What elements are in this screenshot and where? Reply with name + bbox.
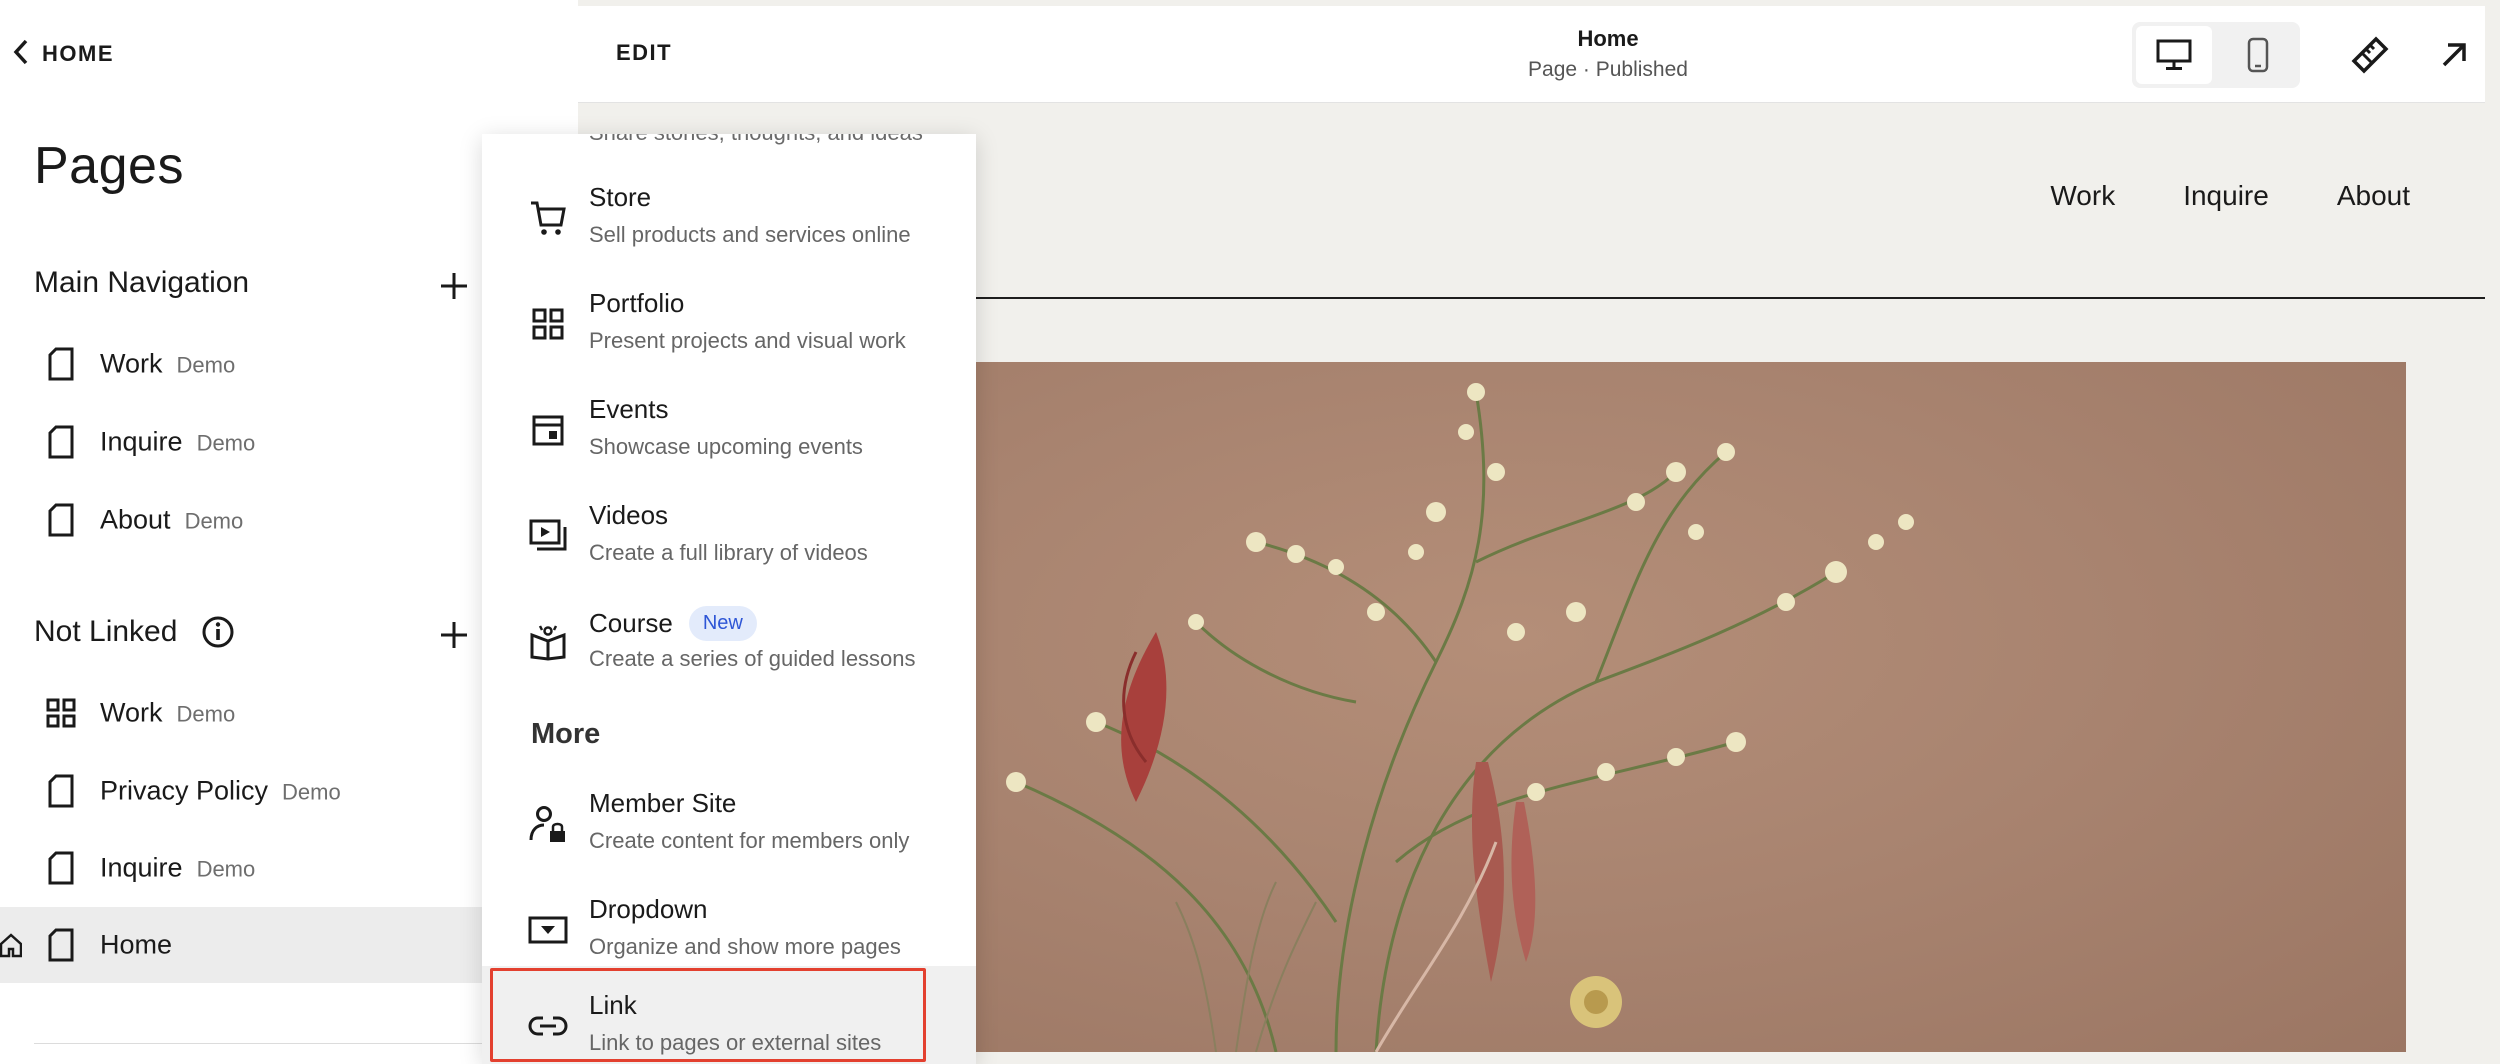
video-icon <box>528 516 568 556</box>
nav-item-label: Home <box>100 929 173 960</box>
page-title: Pages <box>34 137 184 195</box>
not-linked-header: Not Linked <box>34 615 235 649</box>
site-styles-button[interactable] <box>2345 30 2395 80</box>
preview-page-title: Home <box>1577 26 1639 51</box>
dropdown-icon <box>528 910 568 950</box>
option-desc: Link to pages or external sites <box>589 1030 882 1055</box>
page-icon <box>44 503 78 537</box>
site-navigation: Work Inquire About <box>2050 180 2410 212</box>
editor-top-bar: EDIT Home Page · Published <box>578 6 2485 103</box>
nav-item-label: Inquire <box>100 852 183 883</box>
demo-tag: Demo <box>282 779 341 805</box>
flower-arrangement-image <box>1006 383 1914 1052</box>
add-videos-option[interactable]: Videos Create a full library of videos <box>482 482 976 586</box>
add-dropdown-option[interactable]: Dropdown Organize and show more pages <box>482 876 976 980</box>
option-title: Videos <box>589 500 669 530</box>
nav-item-label: Privacy Policy <box>100 775 269 806</box>
demo-tag: Demo <box>196 856 256 882</box>
new-badge: New <box>688 606 757 641</box>
desktop-icon <box>2156 39 2192 70</box>
main-navigation-label: Main Navigation <box>34 266 250 299</box>
home-back-button[interactable]: HOME <box>12 34 114 74</box>
info-icon[interactable] <box>201 615 235 649</box>
add-not-linked-page-button[interactable] <box>432 613 476 657</box>
option-title: Store <box>589 182 652 212</box>
add-page-menu: Share stories, thoughts, and ideas Store… <box>482 134 976 1064</box>
nav-item-label: Work <box>100 697 163 728</box>
demo-tag: Demo <box>184 508 244 534</box>
member-lock-icon <box>528 804 568 844</box>
calendar-icon <box>528 410 568 450</box>
option-desc: Organize and show more pages <box>589 934 901 959</box>
plus-icon <box>441 273 467 299</box>
page-info: Home Page · Published <box>1258 26 1958 82</box>
option-desc: Sell products and services online <box>589 222 911 247</box>
option-title: Portfolio <box>589 288 685 318</box>
add-main-navigation-page-button[interactable] <box>432 264 476 308</box>
paintbrush-icon <box>2351 36 2389 74</box>
mobile-icon <box>2247 37 2269 73</box>
page-icon <box>44 425 78 459</box>
blog-option-desc: Share stories, thoughts, and ideas <box>589 134 923 146</box>
chevron-left-icon <box>12 38 30 71</box>
grid-icon <box>44 696 78 730</box>
main-navigation-header: Main Navigation <box>34 266 249 300</box>
option-desc: Create content for members only <box>589 828 910 853</box>
option-title: Link <box>589 990 637 1020</box>
more-section-heading: More <box>531 718 601 750</box>
option-desc: Showcase upcoming events <box>589 434 863 459</box>
option-title: Events <box>589 394 669 424</box>
nav-item-label: Inquire <box>100 426 183 457</box>
site-nav-inquire[interactable]: Inquire <box>2183 180 2269 212</box>
link-icon <box>528 1006 568 1046</box>
option-desc: Create a series of guided lessons <box>589 646 916 671</box>
page-icon <box>44 851 78 885</box>
option-desc: Present projects and visual work <box>589 328 906 353</box>
site-nav-about[interactable]: About <box>2337 180 2410 212</box>
edit-button[interactable]: EDIT <box>616 40 672 66</box>
cart-icon <box>528 198 568 238</box>
not-linked-label: Not Linked <box>34 615 178 648</box>
add-events-option[interactable]: Events Showcase upcoming events <box>482 376 976 480</box>
plus-icon <box>441 622 467 648</box>
add-portfolio-option[interactable]: Portfolio Present projects and visual wo… <box>482 270 976 374</box>
site-nav-work[interactable]: Work <box>2050 180 2115 212</box>
add-course-option[interactable]: Course New Create a series of guided less… <box>482 588 976 692</box>
demo-tag: Demo <box>196 430 256 456</box>
device-toggle <box>2132 22 2300 88</box>
home-icon <box>0 932 23 958</box>
hero-image <box>776 362 2406 1052</box>
option-title: Member Site <box>589 788 737 818</box>
page-icon <box>44 347 78 381</box>
mobile-view-button[interactable] <box>2220 26 2296 84</box>
open-site-button[interactable] <box>2429 30 2479 80</box>
course-title: Course <box>589 608 673 638</box>
demo-tag: Demo <box>176 701 236 727</box>
nav-item-label: Work <box>100 348 163 379</box>
home-back-label: HOME <box>42 41 114 66</box>
demo-tag: Demo <box>176 352 236 378</box>
nav-item-label: About <box>100 504 171 535</box>
option-title: Dropdown <box>589 894 708 924</box>
preview-page-status: Page · Published <box>1528 58 1688 81</box>
arrow-up-right-icon <box>2442 43 2466 67</box>
option-desc: Create a full library of videos <box>589 540 868 565</box>
grid-icon <box>528 304 568 344</box>
add-store-option[interactable]: Store Sell products and services online <box>482 164 976 268</box>
desktop-view-button[interactable] <box>2136 26 2212 84</box>
add-member-site-option[interactable]: Member Site Create content for members o… <box>482 770 976 874</box>
page-icon <box>44 774 78 808</box>
add-link-option[interactable]: Link Link to pages or external sites <box>482 966 976 1064</box>
page-icon <box>44 928 78 962</box>
option-title: Course New <box>589 606 757 641</box>
course-icon <box>528 622 568 662</box>
